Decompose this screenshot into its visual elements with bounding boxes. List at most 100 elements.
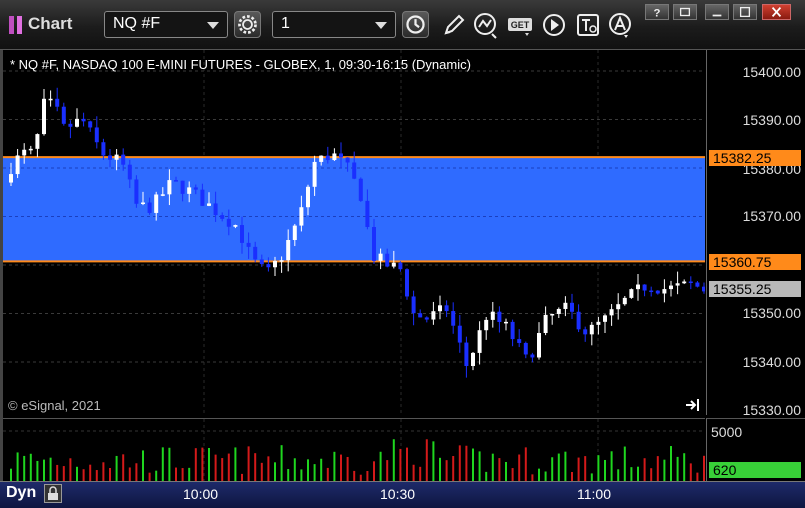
candle [42,89,46,136]
volume-bar [610,451,613,481]
volume-bar [670,446,672,481]
candle-body [444,305,449,312]
candle-body [642,284,647,291]
interval-settings-button[interactable] [402,11,429,38]
candle [603,314,607,333]
lock-icon[interactable] [44,484,62,503]
draw-tool-button[interactable] [440,11,468,39]
volume-bar [505,461,507,481]
volume-bar [148,472,151,481]
candle-body [550,313,555,316]
symbol-combo[interactable]: NQ #F [104,11,228,38]
candle-body [622,297,627,305]
close-icon [771,7,782,17]
candle-body [345,157,350,163]
volume-bar [175,467,177,481]
candle [405,268,409,300]
candle-body [286,240,291,261]
help-button[interactable]: ? [645,4,669,20]
studies-button[interactable] [472,11,500,39]
replay-button[interactable] [540,11,568,39]
candle [669,280,673,297]
candle [616,293,621,320]
volume-bar [577,457,580,481]
candle-body [114,154,119,160]
candle [48,90,53,107]
symbol-settings-button[interactable] [234,11,261,38]
volume-bar [142,450,144,481]
volume-bar [155,470,158,481]
volume-bar [353,470,356,481]
candle-body [9,174,13,183]
volume-bar [524,447,527,481]
minimize-button[interactable] [705,4,729,20]
candle-body [431,311,436,320]
scroll-to-end-icon[interactable] [684,397,702,413]
candle [504,318,508,331]
candle [530,352,535,363]
candle [411,290,416,326]
volume-bar [419,466,422,481]
candle-body [154,194,159,213]
candle-body [655,290,660,294]
candle [484,317,489,340]
restore-button[interactable] [673,4,697,20]
volume-bar [650,468,653,481]
candle-body [147,202,152,213]
volume-bar [683,453,686,481]
maximize-button[interactable] [733,4,757,20]
volume-bar [439,457,441,481]
volume-bar [227,453,230,481]
volume-bar [181,468,184,481]
price-tick: 15350.00 [742,305,801,321]
volume-chart[interactable] [3,419,705,481]
volume-bar [637,466,639,481]
candle-body [180,180,185,194]
candle-body [28,148,33,151]
dynamic-mode-button[interactable]: Dyn [6,484,36,502]
candle [609,304,614,326]
candle-body [94,127,99,143]
candle [431,301,436,325]
candle [688,276,693,290]
get-data-button[interactable]: GET [506,11,534,39]
candle [94,116,99,149]
volume-bar [392,439,395,481]
volume-bar [531,474,534,481]
interval-combo[interactable]: 1 [272,11,396,38]
price-tick: 15340.00 [742,354,801,370]
trade-button[interactable] [574,11,602,39]
price-pane[interactable] [3,50,706,415]
volume-bar [241,473,243,481]
price-chart[interactable] [3,50,706,415]
alerts-button[interactable] [606,11,634,39]
volume-bar [135,463,138,481]
volume-bar [564,451,567,481]
candle [543,306,548,336]
last-price-label: 15355.25 [709,281,801,297]
candle-body [160,194,165,196]
volume-pane[interactable] [3,418,705,481]
candle [642,284,647,297]
candle [510,319,515,347]
candle [596,316,601,335]
volume-bar [62,466,65,481]
chevron-down-icon[interactable] [375,22,387,29]
candle-body [365,200,370,227]
volume-bar [287,469,290,481]
candle-body [517,339,522,343]
candle [55,87,60,112]
candle-body [457,325,462,343]
candle-body [253,246,258,260]
candle-body [81,118,86,122]
get-icon: GET [508,18,532,36]
candle-body [695,282,700,287]
candle-body [504,321,508,324]
pencil-icon [444,14,465,35]
candle-body [358,178,363,201]
close-button[interactable] [762,4,791,20]
volume-bar [82,469,85,481]
candle-body [240,225,244,243]
price-axis[interactable]: 15400.00 15390.00 15380.00 15370.00 1535… [706,50,805,418]
chevron-down-icon[interactable] [207,22,219,29]
